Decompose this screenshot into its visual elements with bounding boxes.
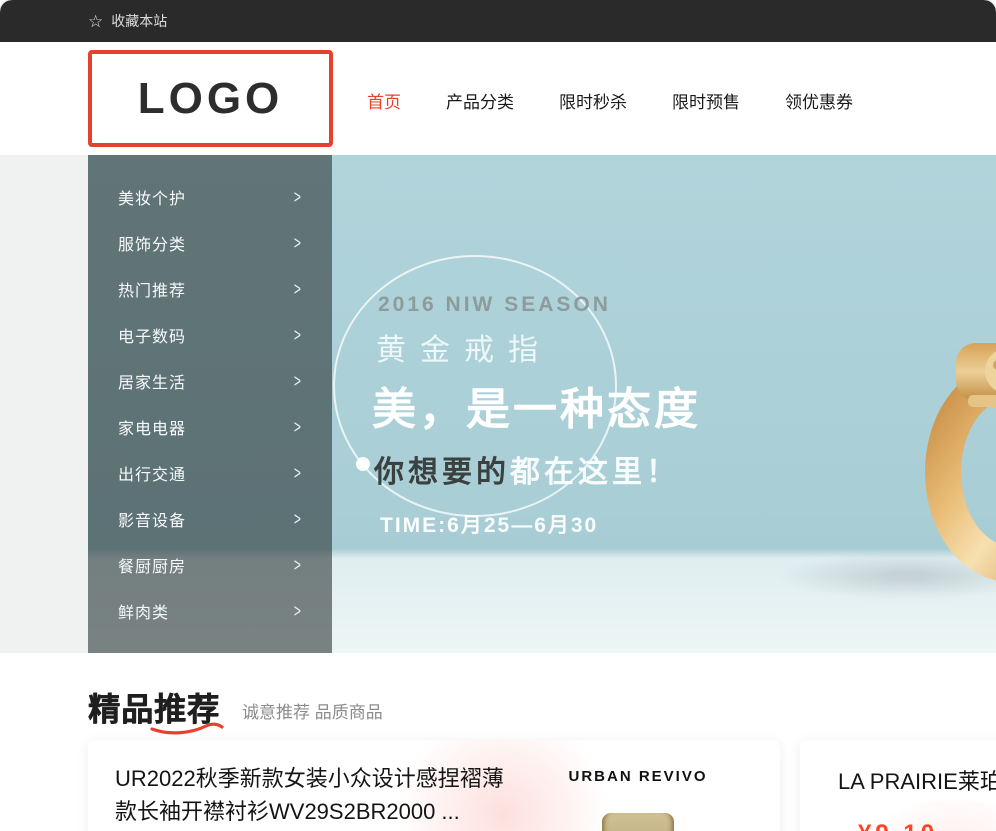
left-gutter — [0, 155, 88, 653]
product-price: ¥9.10 — [858, 820, 938, 831]
red-swoosh-decoration — [150, 720, 224, 736]
logo[interactable]: LOGO — [88, 50, 333, 147]
chevron-right-icon: > — [294, 325, 301, 345]
main-nav: 首页 产品分类 限时秒杀 限时预售 领优惠券 — [367, 88, 853, 113]
nav-item-presale[interactable]: 限时预售 — [672, 88, 740, 113]
sidebar-item-label: 服饰分类 — [118, 231, 186, 255]
sidebar-item-label: 出行交通 — [118, 461, 186, 485]
sidebar-item-label: 美妆个护 — [118, 185, 186, 209]
header: LOGO 首页 产品分类 限时秒杀 限时预售 领优惠券 — [0, 42, 996, 155]
sidebar-item-label: 影音设备 — [118, 507, 186, 531]
hero-section: 2016 NIW SEASON 黄金戒指 美，是一种态度 你想要的都在这里！ T… — [0, 155, 996, 653]
chevron-right-icon: > — [294, 417, 301, 437]
banner-tagline-dark: 你想要的 — [374, 456, 510, 489]
sidebar-item-label: 电子数码 — [118, 323, 186, 347]
sidebar-item-kitchen[interactable]: 餐厨厨房 > — [88, 542, 332, 588]
recommend-subtitle: 诚意推荐 品质商品 — [242, 698, 383, 723]
nav-item-coupons[interactable]: 领优惠券 — [785, 88, 853, 113]
sidebar-item-label: 餐厨厨房 — [118, 553, 186, 577]
sidebar-item-hot[interactable]: 热门推荐 > — [88, 266, 332, 312]
chevron-right-icon: > — [294, 509, 301, 529]
recommend-title: 精品推荐 — [88, 684, 220, 730]
sidebar-item-home-life[interactable]: 居家生活 > — [88, 358, 332, 404]
banner-season: 2016 NIW SEASON — [378, 293, 701, 317]
banner-tagline: 你想要的都在这里！ — [374, 447, 701, 491]
product-card[interactable]: LA PRAIRIE莱珀 ¥9.10 — [800, 740, 996, 831]
product-card[interactable]: UR2022秋季新款女装小众设计感捏褶薄款长袖开襟衬衫WV29S2BR2000 … — [88, 740, 780, 831]
sidebar-item-appliances[interactable]: 家电电器 > — [88, 404, 332, 450]
chevron-right-icon: > — [294, 601, 301, 621]
chevron-right-icon: > — [294, 463, 301, 483]
sidebar-item-beauty[interactable]: 美妆个护 > — [88, 174, 332, 220]
brand-name: URBAN REVIVO — [528, 768, 748, 785]
chevron-right-icon: > — [294, 233, 301, 253]
product-title: UR2022秋季新款女装小众设计感捏褶薄款长袖开襟衬衫WV29S2BR2000 … — [115, 762, 525, 828]
sidebar-item-label: 热门推荐 — [118, 277, 186, 301]
page: ☆ 收藏本站 LOGO 首页 产品分类 限时秒杀 限时预售 领优惠券 2016 … — [0, 0, 996, 831]
dot-decoration — [356, 457, 370, 471]
nav-item-flash-sale[interactable]: 限时秒杀 — [559, 88, 627, 113]
sidebar-item-av-equipment[interactable]: 影音设备 > — [88, 496, 332, 542]
banner-tagline-light: 都在这里！ — [510, 456, 680, 489]
banner-time: TIME:6月25—6月30 — [380, 509, 701, 539]
chevron-right-icon: > — [294, 279, 301, 299]
star-icon: ☆ — [88, 13, 103, 30]
favorite-site-button[interactable]: ☆ 收藏本站 — [88, 11, 167, 31]
sidebar-item-digital[interactable]: 电子数码 > — [88, 312, 332, 358]
sidebar-item-label: 家电电器 — [118, 415, 186, 439]
chevron-right-icon: > — [294, 555, 301, 575]
nav-item-categories[interactable]: 产品分类 — [446, 88, 514, 113]
banner-text: 2016 NIW SEASON 黄金戒指 美，是一种态度 你想要的都在这里！ T… — [372, 293, 701, 539]
chevron-right-icon: > — [294, 187, 301, 207]
sidebar-item-fresh-meat[interactable]: 鲜肉类 > — [88, 588, 332, 634]
brand-block: URBAN REVIVO — [528, 768, 748, 831]
favorite-site-label: 收藏本站 — [111, 11, 167, 31]
banner-subtitle: 黄金戒指 — [376, 325, 701, 369]
chevron-right-icon: > — [294, 371, 301, 391]
sidebar-item-apparel[interactable]: 服饰分类 > — [88, 220, 332, 266]
sidebar-item-label: 鲜肉类 — [118, 599, 169, 623]
recommend-header: 精品推荐 诚意推荐 品质商品 — [88, 684, 383, 730]
banner-title: 美，是一种态度 — [372, 373, 701, 437]
product-image — [602, 813, 674, 831]
product-title: LA PRAIRIE莱珀 — [838, 764, 996, 796]
gold-ring-image — [908, 337, 996, 582]
logo-text: LOGO — [138, 74, 284, 124]
topbar: ☆ 收藏本站 — [0, 0, 996, 42]
nav-item-home[interactable]: 首页 — [367, 88, 401, 113]
sidebar-item-label: 居家生活 — [118, 369, 186, 393]
sidebar-item-transport[interactable]: 出行交通 > — [88, 450, 332, 496]
category-sidebar: 美妆个护 > 服饰分类 > 热门推荐 > 电子数码 > 居家生活 > 家电电器 … — [88, 155, 332, 653]
